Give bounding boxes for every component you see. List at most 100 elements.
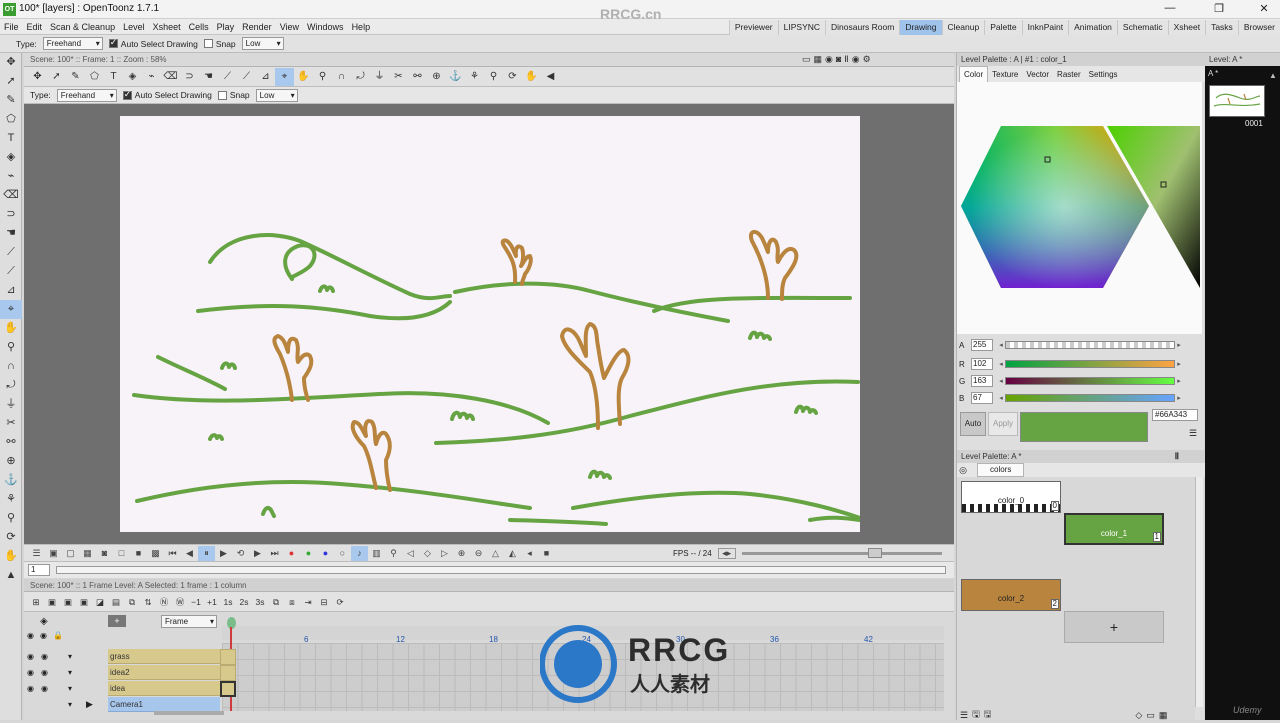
new-vector-icon[interactable]: ▣ <box>44 594 60 610</box>
tab-color[interactable]: Color <box>959 66 989 82</box>
preview-visible-icon[interactable]: ◉ <box>27 684 34 693</box>
grid-view-icon[interactable]: ▦ <box>1159 710 1168 721</box>
skeleton-icon[interactable]: ⚯ <box>408 68 427 86</box>
view-mode-icon[interactable]: ▭ <box>1146 710 1155 721</box>
control-point-editor-icon[interactable]: ⌖ <box>0 300 22 319</box>
random-icon[interactable]: Ⓦ <box>172 594 188 610</box>
fps-spinner[interactable]: ◂▸ <box>717 547 736 559</box>
selection-tool-icon[interactable]: ➚ <box>0 72 22 91</box>
menu-view[interactable]: View <box>276 19 303 35</box>
expand-icon[interactable]: ▾ <box>68 684 72 693</box>
camstand-visible-icon[interactable]: ◉ <box>41 652 48 661</box>
channel-value[interactable]: 255 <box>971 339 993 351</box>
matte-channel-icon[interactable]: ○ <box>334 546 351 561</box>
increment-icon[interactable]: ▸ <box>1175 360 1183 368</box>
room-palette[interactable]: Palette <box>984 19 1022 35</box>
room-browser[interactable]: Browser <box>1237 19 1280 35</box>
room-animation[interactable]: Animation <box>1068 19 1117 35</box>
layer-cell[interactable] <box>220 665 236 681</box>
swing-icon[interactable]: Ⓝ <box>156 594 172 610</box>
save-palette-icon[interactable]: 🖫 <box>972 707 980 723</box>
auto-button[interactable]: Auto <box>960 412 986 436</box>
next-key-icon[interactable]: ▷ <box>436 546 453 561</box>
menu-xsheet[interactable]: Xsheet <box>149 19 185 35</box>
menu-icon[interactable]: ☰ <box>28 546 45 561</box>
type-icon[interactable]: T <box>104 68 123 86</box>
decrement-icon[interactable]: ◂ <box>997 377 1005 385</box>
green-channel-icon[interactable]: ● <box>300 546 317 561</box>
prev-frame-icon[interactable]: ◀ <box>181 546 198 561</box>
rotate-tool-icon[interactable]: ⟳ <box>0 528 22 547</box>
compare-icon[interactable]: ◂ <box>521 546 538 561</box>
first-frame-icon[interactable]: ⏮ <box>164 546 181 561</box>
hook-icon[interactable]: ⚓ <box>446 68 465 86</box>
decrement-icon[interactable]: ◂ <box>997 341 1005 349</box>
maximize-icon[interactable]: ❐ <box>1209 2 1229 15</box>
ruler-icon[interactable]: ⊿ <box>256 68 275 86</box>
reverse-icon[interactable]: ⇅ <box>140 594 156 610</box>
menu-scan-cleanup[interactable]: Scan & Cleanup <box>46 19 119 35</box>
room-lipsync[interactable]: LIPSYNC <box>777 19 826 35</box>
xsheet-zoom-slider[interactable] <box>154 711 224 715</box>
pinch-tool-icon[interactable]: ✋ <box>0 319 22 338</box>
preview-toggle-icon[interactable]: ◉ <box>27 631 34 640</box>
select-icon[interactable]: ➚ <box>47 68 66 86</box>
preview-visible-icon[interactable]: ◉ <box>27 668 34 677</box>
hexagon-color-picker[interactable] <box>957 82 1202 334</box>
expand-icon[interactable]: ▾ <box>68 652 72 661</box>
paint-brush-icon[interactable]: ⌁ <box>142 68 161 86</box>
layer-row[interactable]: ◉ ◉ ▾ idea <box>24 681 236 697</box>
frame-mode-select[interactable]: Frame <box>161 615 217 628</box>
bender-icon[interactable]: ⤾ <box>351 68 370 86</box>
brush-tool-icon[interactable]: ✎ <box>0 91 22 110</box>
hex-field[interactable]: #66A343 <box>1152 409 1198 421</box>
iron-icon[interactable]: ⏚ <box>370 68 389 86</box>
key-icon-small[interactable]: ◇ <box>1135 710 1142 721</box>
frame-field[interactable]: 1 <box>28 564 50 576</box>
pinch-icon[interactable]: ✋ <box>294 68 313 86</box>
tape-icon[interactable]: ⊃ <box>180 68 199 86</box>
reload-icon[interactable]: ⟳ <box>332 594 348 610</box>
type-select[interactable]: Freehand <box>42 37 103 50</box>
plastic-icon[interactable]: ⚘ <box>465 68 484 86</box>
remove-icon[interactable]: ⊟ <box>316 594 332 610</box>
play-icon[interactable]: ▶ <box>215 546 232 561</box>
duplicate-icon[interactable]: ⧉ <box>268 594 284 610</box>
tab-vector[interactable]: Vector <box>1022 67 1053 82</box>
control-point-icon[interactable]: ⌖ <box>275 67 294 86</box>
room-dinosaurs[interactable]: Dinosaurs Room <box>825 19 900 35</box>
menu-file[interactable]: File <box>0 19 23 35</box>
decrease-step-icon[interactable]: −1 <box>188 594 204 610</box>
viewer-mode-icons[interactable]: ▭▦◉◙Ⅱ◉⚙ <box>802 54 874 65</box>
room-inknpaint[interactable]: InknPaint <box>1021 19 1069 35</box>
red-channel-icon[interactable]: ● <box>283 546 300 561</box>
minimize-icon[interactable]: — <box>1160 2 1180 14</box>
animate-icon[interactable]: ✥ <box>28 68 47 86</box>
palette-menu-icon[interactable]: ☰ <box>960 710 968 721</box>
white-bg-icon[interactable]: □ <box>113 546 130 561</box>
loop-icon[interactable]: ⟲ <box>232 546 249 561</box>
auto-select-checkbox-2[interactable] <box>122 89 132 100</box>
sound-icon[interactable]: ♪ <box>351 545 368 561</box>
layer-name[interactable]: grass <box>108 649 220 664</box>
iron-tool-icon[interactable]: ⏚ <box>0 395 22 414</box>
fps-slider-handle[interactable] <box>867 547 882 558</box>
checker-bg-icon[interactable]: ▩ <box>147 546 164 561</box>
increment-icon[interactable]: ▸ <box>1175 341 1183 349</box>
hook-tool-icon[interactable]: ⚓ <box>0 471 22 490</box>
menu-cells[interactable]: Cells <box>185 19 213 35</box>
geometric-tool-icon[interactable]: ⬠ <box>0 110 22 129</box>
tab-settings[interactable]: Settings <box>1085 67 1122 82</box>
menu-play[interactable]: Play <box>213 19 239 35</box>
room-drawing[interactable]: Drawing <box>899 19 942 35</box>
rgb-picker-icon[interactable]: ⟋ <box>0 262 22 281</box>
menu-windows[interactable]: Windows <box>303 19 348 35</box>
style-picker-icon[interactable]: ⟋ <box>218 68 237 86</box>
add-style-button[interactable]: + <box>1064 611 1164 643</box>
save-as-icon[interactable]: 🖫 <box>984 707 992 723</box>
auto-select-checkbox[interactable] <box>108 37 118 48</box>
room-xsheet[interactable]: Xsheet <box>1167 19 1206 35</box>
tab-raster[interactable]: Raster <box>1053 67 1085 82</box>
tracker-icon[interactable]: ⊕ <box>427 68 446 86</box>
brush-icon[interactable]: ✎ <box>66 68 85 86</box>
